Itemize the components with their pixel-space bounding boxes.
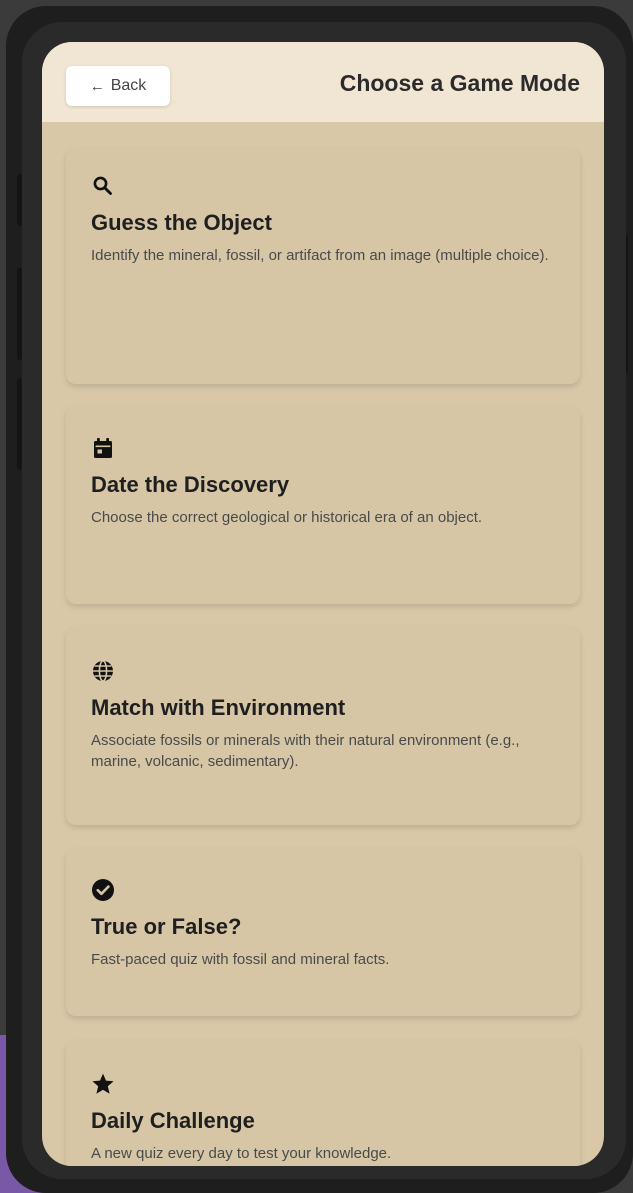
back-button[interactable]: ← Back (66, 66, 170, 106)
page-title: Choose a Game Mode (339, 70, 580, 96)
mode-list: Guess the Object Identify the mineral, f… (42, 122, 604, 1166)
mode-title: Date the Discovery (91, 472, 290, 497)
mode-description: A new quiz every day to test your knowle… (91, 1145, 392, 1162)
mode-card-true-or-false[interactable]: True or False? Fast-paced quiz with foss… (66, 848, 580, 1016)
arrow-left-icon: ← (89, 77, 105, 95)
mode-description: Choose the correct geological or histori… (91, 509, 483, 526)
app-screen: ← Back Choose a Game Mode Guess the Obje… (42, 42, 604, 1166)
mode-title: Guess the Object (91, 210, 272, 235)
mode-title: Daily Challenge (91, 1108, 255, 1133)
star-icon (92, 1073, 114, 1094)
mode-card-daily-challenge[interactable]: Daily Challenge A new quiz every day to … (66, 1040, 580, 1166)
calendar-icon (94, 438, 112, 458)
mode-description: Fast-paced quiz with fossil and mineral … (91, 951, 390, 968)
mode-card-match-with-environment[interactable]: Match with Environment Associate fossils… (66, 627, 580, 825)
mode-description: Identify the mineral, fossil, or artifac… (91, 247, 549, 264)
mode-description: Associate fossils or minerals with their… (91, 732, 520, 770)
mode-title: True or False? (91, 914, 242, 939)
mode-card-guess-the-object[interactable]: Guess the Object Identify the mineral, f… (66, 148, 580, 384)
check-circle-icon (92, 879, 114, 901)
mode-card-date-the-discovery[interactable]: Date the Discovery Choose the correct ge… (66, 406, 580, 604)
back-label: Back (110, 77, 147, 94)
search-icon (93, 176, 112, 195)
globe-icon (93, 660, 113, 682)
mode-title: Match with Environment (91, 695, 346, 720)
header: ← Back Choose a Game Mode (42, 42, 604, 122)
